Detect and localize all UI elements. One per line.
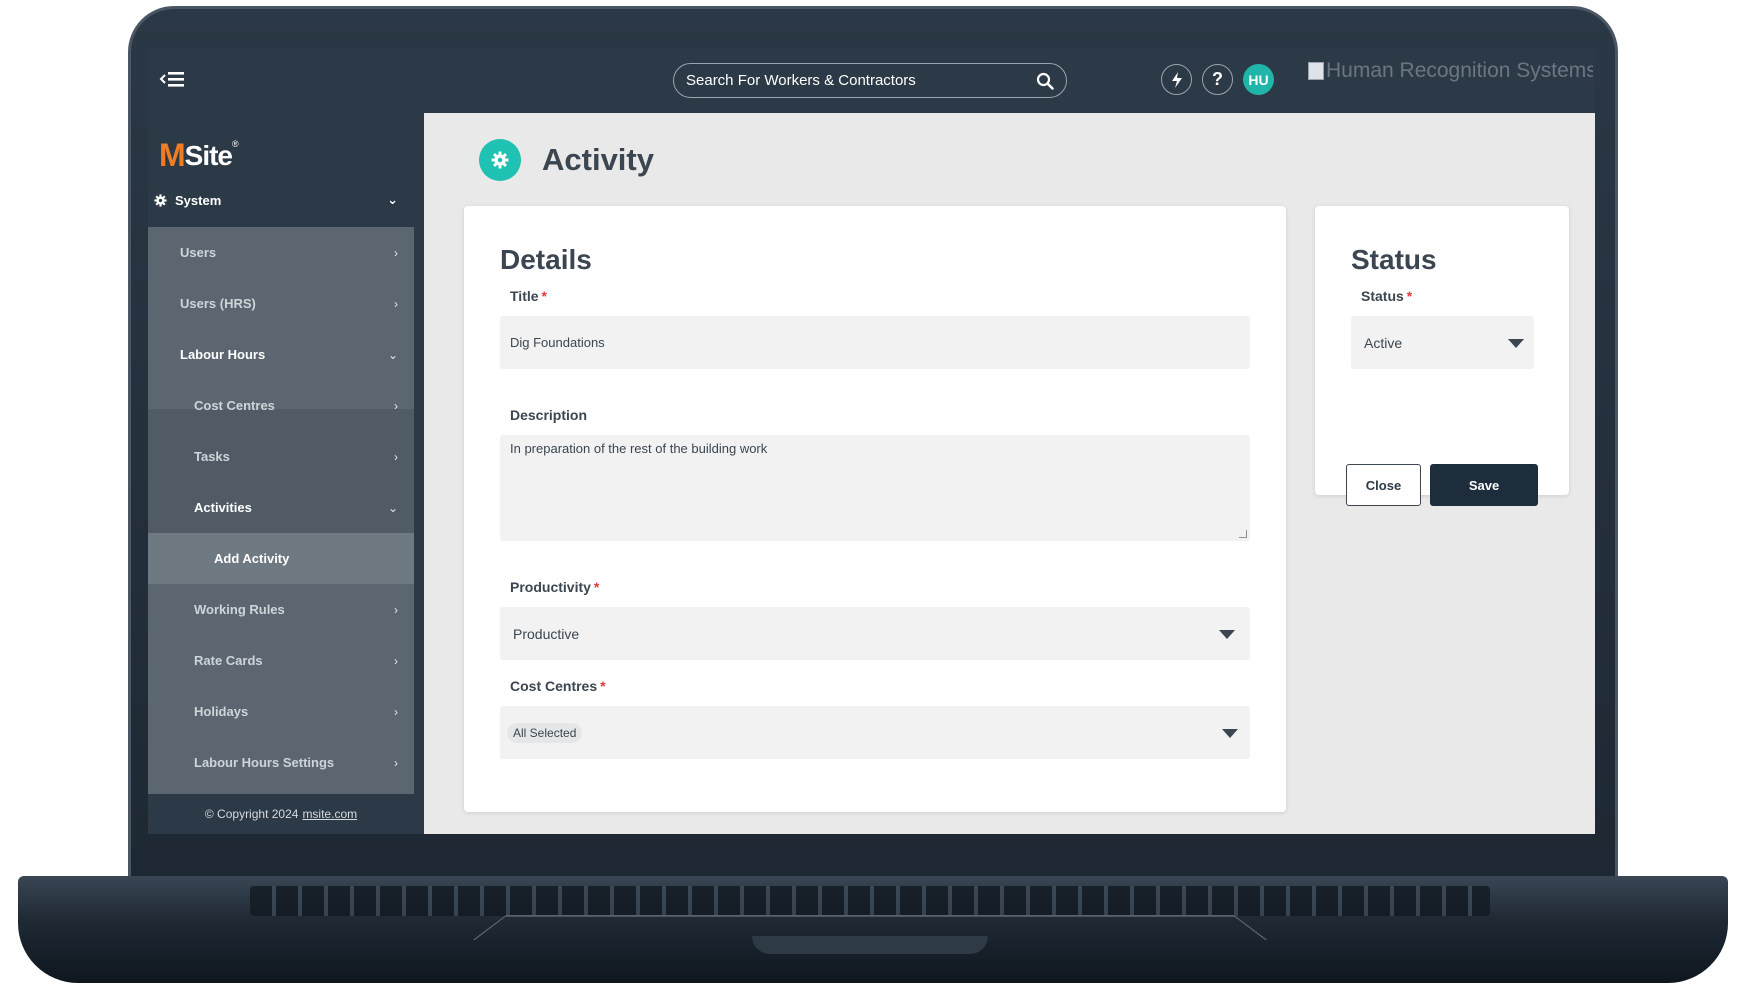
description-label: Description bbox=[510, 407, 588, 423]
productivity-label-text: Productivity bbox=[510, 579, 591, 595]
title-field bbox=[500, 316, 1250, 369]
productivity-value: Productive bbox=[513, 625, 580, 642]
search-input[interactable] bbox=[686, 72, 1036, 89]
details-heading: Details bbox=[500, 244, 592, 275]
sidebar-item-label: System bbox=[175, 192, 222, 208]
cost-centres-tag: All Selected bbox=[507, 722, 583, 743]
copyright: © Copyright 2024 msite.com bbox=[148, 794, 414, 834]
chevron-right-icon: › bbox=[394, 398, 398, 413]
chevron-down-icon: ⌄ bbox=[387, 192, 398, 207]
menu-toggle-icon[interactable] bbox=[158, 68, 190, 94]
status-label-text: Status bbox=[1361, 288, 1404, 304]
chevron-down-icon: ⌄ bbox=[387, 347, 398, 362]
productivity-select[interactable]: Productive bbox=[500, 607, 1250, 660]
caret-down-icon bbox=[1222, 728, 1238, 738]
required-marker: * bbox=[541, 288, 547, 304]
sidebar-item-label: Add Activity bbox=[214, 551, 290, 566]
required-marker: * bbox=[1406, 288, 1413, 304]
sidebar-item-label: Tasks bbox=[194, 449, 230, 464]
required-marker: * bbox=[593, 579, 600, 595]
sidebar-item-working-rules[interactable]: Working Rules › bbox=[148, 584, 414, 635]
sidebar-item-users-hrs[interactable]: Users (HRS) › bbox=[148, 278, 414, 329]
avatar-initials: HU bbox=[1248, 71, 1269, 88]
sidebar: M Site ® System ⌄ Users › Users (HRS) › … bbox=[148, 113, 424, 834]
description-textarea[interactable]: In preparation of the rest of the buildi… bbox=[510, 441, 1240, 501]
sidebar-item-label: Cost Centres bbox=[194, 398, 275, 413]
status-card: Status Status * Active Close Save bbox=[1315, 206, 1569, 506]
laptop-notch bbox=[752, 936, 988, 954]
page-title: Activity bbox=[542, 142, 654, 177]
user-avatar[interactable]: HU bbox=[1243, 64, 1274, 95]
sidebar-item-label: Labour Hours Settings bbox=[194, 755, 335, 770]
required-marker: * bbox=[600, 678, 606, 694]
sidebar-item-add-activity[interactable]: Add Activity bbox=[148, 533, 414, 584]
broken-image-icon bbox=[1308, 62, 1324, 80]
chevron-down-icon: ⌄ bbox=[387, 500, 398, 515]
sidebar-submenu: Users › Users (HRS) › Labour Hours ⌄ Cos… bbox=[148, 227, 414, 794]
sidebar-item-label: Users (HRS) bbox=[180, 296, 256, 311]
cost-centres-label-text: Cost Centres bbox=[510, 678, 598, 694]
search-icon[interactable] bbox=[1036, 72, 1054, 90]
save-button[interactable]: Save bbox=[1430, 464, 1538, 506]
sidebar-item-label: Rate Cards bbox=[194, 653, 263, 668]
logo-site: Site bbox=[184, 140, 233, 171]
sidebar-item-cost-centres[interactable]: Cost Centres › bbox=[148, 380, 414, 431]
msite-logo[interactable]: M Site ® bbox=[159, 131, 239, 171]
description-field: In preparation of the rest of the buildi… bbox=[500, 435, 1250, 541]
sidebar-item-rate-cards[interactable]: Rate Cards › bbox=[148, 635, 414, 686]
copyright-text: © Copyright 2024 bbox=[204, 807, 299, 821]
chevron-right-icon: › bbox=[394, 653, 398, 668]
caret-down-icon bbox=[1508, 338, 1524, 348]
status-heading: Status bbox=[1351, 244, 1437, 275]
question-icon: ? bbox=[1212, 69, 1223, 89]
chevron-right-icon: › bbox=[394, 449, 398, 464]
sidebar-item-system[interactable]: System ⌄ bbox=[148, 180, 424, 220]
caret-down-icon bbox=[1219, 629, 1235, 639]
brand-logo-alt-text: Human Recognition Systems bbox=[1326, 59, 1593, 82]
resize-handle-icon[interactable] bbox=[1239, 530, 1247, 538]
status-label: Status * bbox=[1361, 288, 1412, 304]
chevron-right-icon: › bbox=[394, 704, 398, 719]
cost-centres-label: Cost Centres * bbox=[510, 678, 606, 694]
logo-registered-mark: ® bbox=[232, 139, 239, 149]
details-card: Details Title* Description In preparatio… bbox=[464, 206, 1286, 812]
help-button[interactable]: ? bbox=[1202, 64, 1233, 95]
copyright-link[interactable]: msite.com bbox=[302, 807, 357, 821]
gear-icon bbox=[491, 151, 509, 169]
chevron-right-icon: › bbox=[394, 755, 398, 770]
chevron-right-icon: › bbox=[394, 245, 398, 260]
keyboard bbox=[250, 886, 1490, 916]
sidebar-item-users[interactable]: Users › bbox=[148, 227, 414, 278]
sidebar-item-label: Users bbox=[180, 245, 217, 260]
sidebar-item-labour-hours-settings[interactable]: Labour Hours Settings › bbox=[148, 737, 414, 788]
lightning-icon bbox=[1171, 71, 1182, 88]
search-bar bbox=[673, 63, 1067, 98]
page-icon bbox=[479, 139, 521, 181]
cost-centres-select[interactable]: All Selected bbox=[500, 706, 1250, 759]
sidebar-item-holidays[interactable]: Holidays › bbox=[148, 686, 414, 737]
close-button[interactable]: Close bbox=[1346, 464, 1421, 506]
sidebar-item-label: Working Rules bbox=[194, 602, 285, 617]
gear-icon bbox=[154, 193, 167, 207]
productivity-label: Productivity * bbox=[510, 579, 599, 595]
chevron-right-icon: › bbox=[394, 602, 398, 617]
title-input[interactable] bbox=[510, 335, 1240, 350]
title-label-text: Title bbox=[510, 288, 539, 304]
page-header: Activity bbox=[479, 139, 654, 181]
top-bar: ? HU Human Recognition Systems bbox=[148, 48, 1595, 113]
brand-logo: Human Recognition Systems bbox=[1308, 56, 1593, 86]
quick-actions-button[interactable] bbox=[1161, 64, 1192, 95]
title-label: Title * bbox=[510, 288, 547, 304]
sidebar-item-label: Labour Hours bbox=[180, 347, 266, 362]
chevron-right-icon: › bbox=[394, 296, 398, 311]
sidebar-item-label: Activities bbox=[194, 500, 252, 515]
sidebar-item-labour-hours[interactable]: Labour Hours ⌄ bbox=[148, 329, 414, 380]
screen: ? HU Human Recognition Systems M Site ® bbox=[148, 48, 1595, 834]
sidebar-item-activities[interactable]: Activities ⌄ bbox=[148, 482, 414, 533]
status-value: Active bbox=[1364, 334, 1403, 351]
logo-m: M bbox=[159, 137, 186, 173]
sidebar-item-label: Holidays bbox=[194, 704, 249, 719]
status-select[interactable]: Active bbox=[1351, 316, 1534, 369]
sidebar-item-tasks[interactable]: Tasks › bbox=[148, 431, 414, 482]
